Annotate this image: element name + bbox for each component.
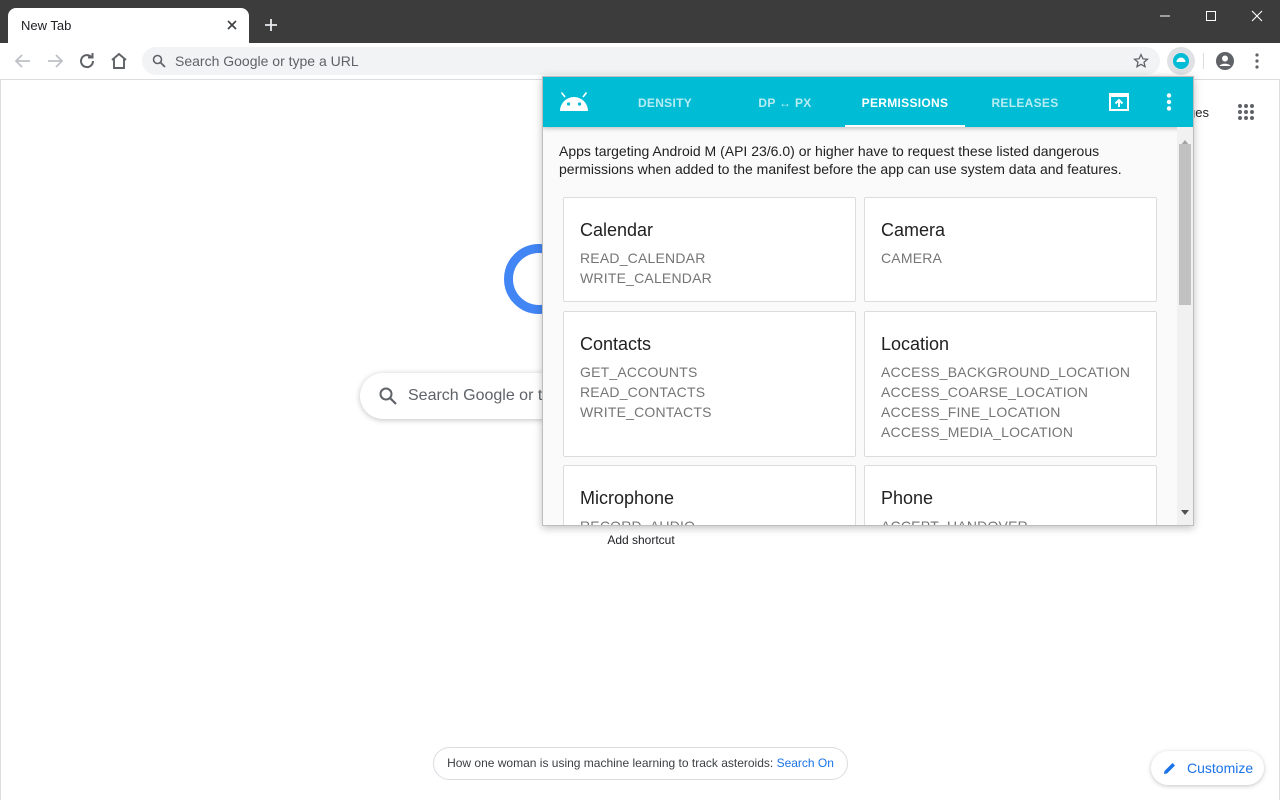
tab-dp-px[interactable]: DP ↔ PX [725,77,845,127]
maximize-icon[interactable] [1188,0,1234,32]
scroll-down-arrow-icon[interactable] [1181,502,1189,520]
permissions-intro: Apps targeting Android M (API 23/6.0) or… [559,143,1122,177]
permission-item: WRITE_CALENDAR [580,270,712,286]
permission-item: CAMERA [881,250,943,266]
permission-item: READ_CONTACTS [580,384,706,400]
browser-menu-icon[interactable] [1245,49,1269,73]
card-title: Camera [881,220,946,240]
bookmark-star-icon[interactable] [1132,52,1150,75]
card-title: Microphone [580,488,675,508]
reload-icon[interactable] [75,49,99,73]
card-title: Contacts [580,334,652,354]
customize-label: Customize [1187,760,1254,776]
popup-header: DENSITY DP ↔ PX PERMISSIONS RELEASES [543,77,1193,127]
tab-permissions[interactable]: PERMISSIONS [845,77,965,127]
home-icon[interactable] [107,49,131,73]
promo-banner: How one woman is using machine learning … [433,747,848,780]
permission-card-calendar: Calendar READ_CALENDAR WRITE_CALENDAR [563,197,856,302]
extension-popup: DENSITY DP ↔ PX PERMISSIONS RELEASES App… [542,76,1194,526]
browser-toolbar: Search Google or type a URL [0,43,1280,80]
extension-icon[interactable] [1167,47,1195,75]
address-bar-placeholder: Search Google or type a URL [175,53,359,69]
tab-density[interactable]: DENSITY [605,77,725,127]
more-vert-icon[interactable] [1166,93,1172,116]
customize-button[interactable]: Customize [1151,751,1264,785]
permission-item: RECORD_AUDIO [580,516,839,525]
permission-item: ACCESS_FINE_LOCATION [881,404,1061,420]
permission-item: ACCESS_BACKGROUND_LOCATION [881,364,1131,380]
promo-text: How one woman is using machine learning … [447,756,777,770]
permission-card-microphone: Microphone RECORD_AUDIO [563,465,856,525]
tab-title: New Tab [21,18,72,33]
tab-releases[interactable]: RELEASES [965,77,1085,127]
back-icon[interactable] [11,49,35,73]
permission-item: ACCESS_COARSE_LOCATION [881,384,1089,400]
pencil-icon [1163,761,1177,780]
profile-icon[interactable] [1213,49,1237,73]
permission-card-location: Location ACCESS_BACKGROUND_LOCATION ACCE… [864,311,1157,457]
permissions-panel: Apps targeting Android M (API 23/6.0) or… [543,127,1177,525]
close-window-icon[interactable] [1234,0,1280,32]
permission-item: READ_CALENDAR [580,250,706,266]
promo-link[interactable]: Search On [777,756,834,770]
permission-item: GET_ACCOUNTS [580,364,698,380]
apps-grid-icon[interactable] [1238,104,1254,125]
browser-tab[interactable]: New Tab [8,8,249,43]
open-in-window-icon[interactable] [1109,93,1129,116]
ntp-search-placeholder: Search Google or ty [408,387,551,404]
minimize-icon[interactable] [1142,0,1188,32]
permission-card-contacts: Contacts GET_ACCOUNTS READ_CONTACTS WRIT… [563,311,856,457]
title-bar: New Tab [0,0,1280,43]
permission-item: ACCESS_MEDIA_LOCATION [881,424,1074,440]
new-tab-icon[interactable] [259,13,283,37]
close-tab-icon[interactable] [223,16,241,34]
popup-scrollbar[interactable] [1177,127,1193,525]
permission-item: WRITE_CONTACTS [580,404,712,420]
scrollbar-thumb[interactable] [1179,144,1191,305]
permission-card-phone: Phone ACCEPT_HANDOVER [864,465,1157,525]
address-bar[interactable]: Search Google or type a URL [142,47,1160,75]
add-shortcut-label[interactable]: Add shortcut [591,533,691,547]
toolbar-separator [1203,53,1204,69]
permission-item: ACCEPT_HANDOVER [881,516,1140,525]
forward-icon[interactable] [43,49,67,73]
card-title: Phone [881,488,934,508]
permission-card-camera: Camera CAMERA [864,197,1157,302]
search-icon [152,54,166,73]
card-title: Calendar [580,220,654,240]
card-title: Location [881,334,950,354]
search-icon [378,386,398,411]
android-logo-icon [559,92,589,117]
